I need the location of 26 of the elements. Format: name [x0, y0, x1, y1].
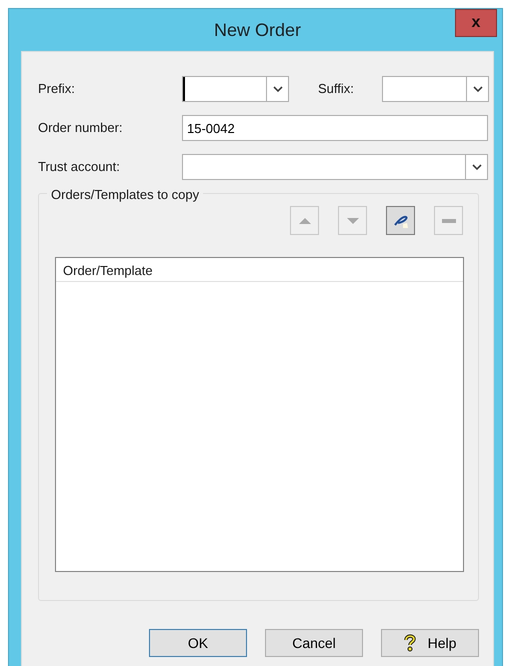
- order-number-field[interactable]: 15-0042: [182, 115, 488, 141]
- dropdown-button[interactable]: [267, 76, 289, 102]
- combo-field[interactable]: [182, 76, 267, 102]
- dropdown-button[interactable]: [466, 154, 488, 180]
- dialog-button[interactable]: Help: [381, 629, 479, 657]
- chevron-icon: [272, 86, 282, 92]
- down-arrow-icon: [346, 218, 358, 224]
- chevron-icon: [472, 164, 482, 170]
- close-button[interactable]: x: [455, 9, 497, 37]
- order-list[interactable]: Order/Template: [55, 257, 464, 572]
- field-label: Prefix:: [38, 80, 76, 98]
- question-mark-icon: [404, 634, 416, 652]
- field-label: Order number:: [38, 119, 124, 138]
- combo-field[interactable]: [182, 154, 466, 180]
- dialog-button[interactable]: OK: [149, 629, 247, 657]
- combo-field[interactable]: [382, 76, 467, 102]
- minus-icon: [442, 218, 456, 222]
- edit-button[interactable]: [386, 206, 415, 235]
- window-title: New Order: [214, 18, 302, 42]
- field-label: Suffix:: [318, 80, 355, 98]
- chevron-icon: [472, 86, 482, 92]
- up-arrow-icon: [298, 218, 310, 224]
- dropdown-button[interactable]: [467, 76, 489, 102]
- column-header: Order/Template: [56, 258, 463, 282]
- dialog-button[interactable]: Cancel: [265, 629, 363, 657]
- field-label: Trust account:: [38, 158, 121, 176]
